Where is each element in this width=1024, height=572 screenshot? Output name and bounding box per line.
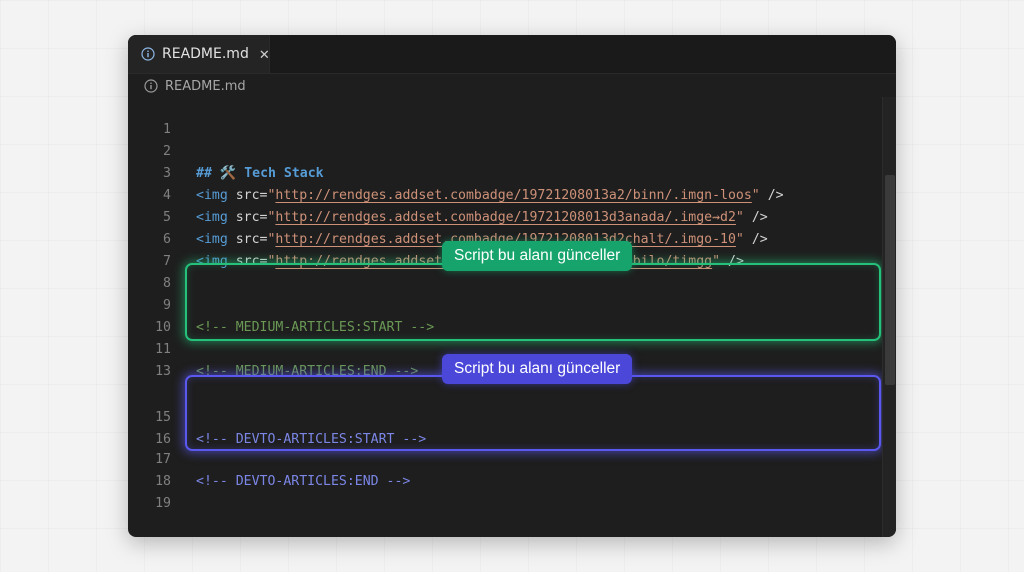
medium-articles-highlight [185,263,881,341]
devto-end-comment: <!-- DEVTO-ARTICLES:END --> [196,474,411,489]
quote: " [751,188,760,203]
code-line: 13 [128,339,176,379]
code-line: 6 <img src="http://rendges.addset.combad… [128,207,744,269]
code-line: 19 [128,471,176,511]
scrollbar-thumb[interactable] [885,175,895,385]
badge-url-link[interactable]: http://rendges.addset.combadge/197212080… [275,188,751,203]
tag-end: /> [743,210,768,225]
line-number: 19 [155,496,171,511]
devto-callout-label: Script bu alanı günceller [442,354,633,384]
line-number: 13 [155,364,171,379]
devto-articles-highlight [185,375,881,451]
tab-label: README.md [162,46,249,62]
code-line: 16 [128,407,176,447]
code-line: 9 <!-- MEDIUM-ARTICLES:START --> [128,273,434,335]
vertical-scrollbar[interactable] [882,97,896,537]
close-icon[interactable]: ✕ [259,48,270,61]
breadcrumb[interactable]: README.md [144,75,246,97]
heading-text: Tech Stack [236,166,324,181]
code-line: 15 <!-- DEVTO-ARTICLES:START --> [128,385,426,447]
breadcrumb-label: README.md [165,78,246,94]
quote: " [735,232,744,247]
quote: " [735,210,744,225]
editor-window: README.md ✕ README.md 1 2 ## 🛠️ Tech Sta… [128,35,896,537]
img-tag: <img [196,232,228,247]
code-line: 11 <!-- MEDIUM-ARTICLES:END --> [128,317,418,379]
src-attr: src= [227,232,268,247]
code-line: 4 <img src="http://rendges.addset.combad… [128,163,768,225]
code-line: 1 [128,97,176,137]
info-icon [144,79,158,93]
code-line: 8 [128,251,176,291]
tag-end: /> [759,188,784,203]
tag-end: /> [743,232,768,247]
code-line: 7 [128,229,176,269]
img-tag: <img [196,188,228,203]
tab-readme[interactable]: README.md ✕ [128,35,270,73]
src-attr: src= [227,210,268,225]
badge-url-link[interactable]: http://rendges.addset.combadge/197212080… [275,210,736,225]
info-icon [141,47,155,61]
code-line: 2 ## 🛠️ Tech Stack [128,119,324,181]
medium-callout-label: Script bu alanı günceller [442,241,633,271]
code-line: 5 <img src="http://rendges.addset.combad… [128,185,768,247]
heading-marker: ## [196,166,220,181]
tab-bar: README.md ✕ [128,35,896,74]
img-tag: <img [196,210,228,225]
code-line: 17 <!-- DEVTO-ARTICLES:END --> [128,427,410,489]
hammer-wrench-icon: 🛠️ [219,166,237,181]
code-line: 10 [128,295,176,335]
src-attr: src= [227,188,268,203]
code-line: 18 [128,449,176,489]
code-line: 3 <img src="http://rendges.addset.combad… [128,141,784,203]
